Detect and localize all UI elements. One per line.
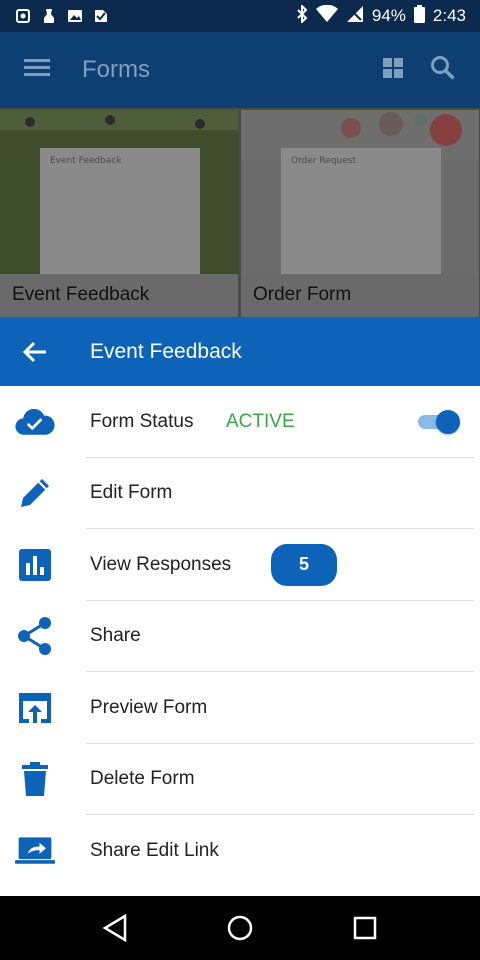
back-arrow-icon[interactable] (22, 339, 48, 365)
form-status-label: Form Status (90, 410, 194, 432)
share-label: Share (90, 625, 141, 647)
notification-icon (40, 7, 58, 25)
card-caption: Event Feedback (0, 274, 238, 318)
home-circle-icon[interactable] (220, 908, 260, 948)
bar-chart-icon (15, 545, 55, 585)
trash-icon (15, 759, 55, 799)
bluetooth-icon (296, 3, 308, 28)
recents-square-icon[interactable] (345, 908, 385, 948)
status-badge: ACTIVE (226, 410, 295, 432)
form-card-order-form[interactable]: Order Request Order Form (241, 110, 479, 318)
view-responses-item[interactable]: View Responses 5 (0, 529, 480, 601)
share-edit-link-item[interactable]: Share Edit Link (0, 815, 480, 887)
system-nav-bar (0, 896, 480, 960)
sheet-header: Event Feedback (0, 317, 480, 386)
image-icon (66, 7, 84, 25)
share-edit-link-label: Share Edit Link (90, 839, 219, 861)
edit-form-item[interactable]: Edit Form (0, 458, 480, 529)
back-triangle-icon[interactable] (95, 908, 135, 948)
share-item[interactable]: Share (0, 601, 480, 672)
status-bar: 94% 2:43 (0, 0, 480, 32)
screen: 94% 2:43 Forms Event Feedback Event Feed… (0, 0, 480, 960)
sheet-title: Event Feedback (90, 339, 242, 363)
form-card-event-feedback[interactable]: Event Feedback Event Feedback (0, 110, 238, 318)
cloud-check-icon (15, 402, 55, 442)
laptop-share-icon (15, 831, 55, 871)
search-icon[interactable] (430, 55, 456, 85)
app-title: Forms (82, 56, 150, 83)
pencil-icon (15, 473, 55, 513)
app-bar: Forms (0, 32, 480, 108)
battery-percent: 94% (371, 6, 406, 25)
grid-view-icon[interactable] (382, 57, 404, 83)
forms-grid: Event Feedback Event Feedback Order Requ… (0, 108, 480, 318)
clock: 2:43 (432, 6, 466, 25)
battery-icon (413, 4, 425, 28)
open-in-browser-icon (15, 688, 55, 728)
share-icon (15, 616, 55, 656)
form-status-row: Form Status ACTIVE (0, 386, 480, 458)
responses-count-badge: 5 (271, 543, 337, 586)
edit-form-label: Edit Form (90, 482, 173, 504)
form-status-toggle[interactable] (418, 409, 462, 434)
preview-form-item[interactable]: Preview Form (0, 672, 480, 744)
view-responses-label: View Responses (90, 553, 232, 575)
form-preview: Order Request (281, 148, 441, 274)
menu-icon[interactable] (24, 57, 52, 83)
form-preview-title: Order Request (291, 156, 356, 166)
wifi-icon (315, 4, 338, 28)
form-preview: Event Feedback (40, 148, 200, 274)
delete-form-item[interactable]: Delete Form (0, 744, 480, 815)
form-preview-title: Event Feedback (50, 156, 122, 166)
delete-form-label: Delete Form (90, 768, 195, 790)
notification-icon (14, 7, 32, 25)
form-actions-sheet: Event Feedback Form Status ACTIVE Edit F… (0, 317, 480, 897)
card-caption: Order Form (241, 274, 479, 318)
check-icon (92, 7, 110, 25)
signal-icon (346, 5, 364, 28)
preview-form-label: Preview Form (90, 696, 208, 718)
